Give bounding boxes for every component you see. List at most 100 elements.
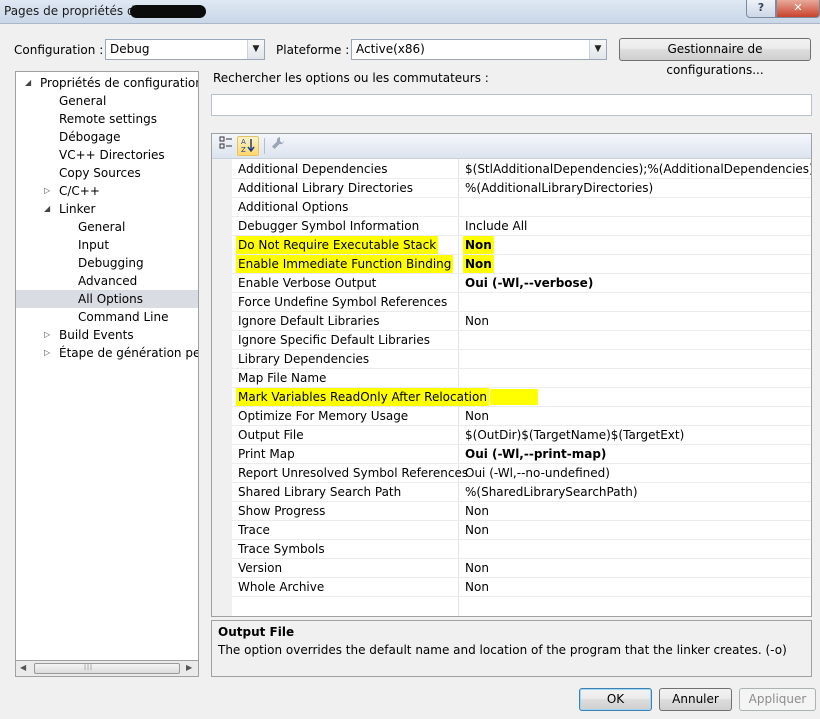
tree-item-remote-settings[interactable]: Remote settings bbox=[59, 110, 157, 128]
cancel-button[interactable]: Annuler bbox=[659, 688, 732, 711]
apply-button[interactable]: Appliquer bbox=[739, 688, 816, 711]
property-name: Library Dependencies bbox=[238, 352, 370, 366]
property-grid: A Z Additional Dependencies $(StlAdditio… bbox=[211, 133, 812, 617]
property-row[interactable]: Report Unresolved Symbol References Oui … bbox=[232, 464, 811, 483]
help-button[interactable]: ? bbox=[746, 0, 776, 18]
property-name: Show Progress bbox=[238, 504, 326, 518]
tree-item-general[interactable]: General bbox=[59, 92, 106, 110]
chevron-down-icon: ▼ bbox=[589, 40, 606, 59]
categorized-view-icon[interactable] bbox=[215, 136, 237, 156]
property-pages-window: Pages de propriétés de ? ✕ Configuration… bbox=[0, 0, 820, 719]
property-value[interactable]: Non bbox=[463, 407, 491, 425]
description-text: The option overrides the default name an… bbox=[218, 643, 787, 657]
svg-text:Z: Z bbox=[241, 146, 246, 153]
property-value[interactable]: Non bbox=[463, 521, 491, 539]
property-value[interactable]: %(SharedLibrarySearchPath) bbox=[463, 483, 640, 501]
alphabetical-sort-icon[interactable]: A Z bbox=[237, 136, 259, 156]
property-row[interactable]: Ignore Default Libraries Non bbox=[232, 312, 811, 331]
property-value[interactable]: Non bbox=[463, 502, 491, 520]
property-row[interactable]: Trace Non bbox=[232, 521, 811, 540]
svg-text:A: A bbox=[241, 138, 246, 146]
property-row-highlighted[interactable]: Do Not Require Executable Stack Non bbox=[232, 236, 811, 255]
property-row[interactable]: Additional Options bbox=[232, 198, 811, 217]
property-value[interactable]: Oui (-Wl,--verbose) bbox=[463, 274, 595, 292]
property-value[interactable] bbox=[463, 369, 467, 387]
property-row[interactable]: Print Map Oui (-Wl,--print-map) bbox=[232, 445, 811, 464]
property-value[interactable]: Non bbox=[463, 236, 494, 254]
tree-item-command-line[interactable]: Command Line bbox=[78, 308, 169, 326]
property-value[interactable] bbox=[463, 331, 467, 349]
property-row[interactable]: Show Progress Non bbox=[232, 502, 811, 521]
property-name: Additional Library Directories bbox=[238, 181, 414, 195]
collapsed-icon[interactable]: ▷ bbox=[44, 344, 50, 362]
ok-button[interactable]: OK bbox=[579, 688, 652, 711]
scroll-right-icon[interactable]: ▶ bbox=[186, 663, 192, 672]
property-value[interactable]: Non bbox=[463, 312, 491, 330]
collapsed-icon[interactable]: ▷ bbox=[44, 326, 50, 344]
property-name: Enable Verbose Output bbox=[238, 276, 377, 290]
scroll-left-icon[interactable]: ◀ bbox=[20, 663, 26, 672]
tree-item-debugging[interactable]: Débogage bbox=[59, 128, 121, 146]
property-name: Ignore Default Libraries bbox=[238, 314, 380, 328]
platform-dropdown[interactable]: Active(x86) ▼ bbox=[351, 39, 607, 60]
property-value[interactable] bbox=[463, 540, 467, 558]
tree-horizontal-scrollbar[interactable]: ◀ ||| ▶ bbox=[15, 660, 199, 677]
property-value[interactable] bbox=[463, 350, 467, 368]
property-value[interactable]: $(StlAdditionalDependencies);%(Additiona… bbox=[463, 160, 811, 178]
tree-item-all-options[interactable]: All Options bbox=[16, 290, 198, 308]
tree-item-linker-input[interactable]: Input bbox=[78, 236, 109, 254]
property-value[interactable] bbox=[463, 198, 467, 216]
tree-item-linker-general[interactable]: General bbox=[78, 218, 125, 236]
property-row[interactable]: Ignore Specific Default Libraries bbox=[232, 331, 811, 350]
property-row[interactable]: Shared Library Search Path %(SharedLibra… bbox=[232, 483, 811, 502]
tree-item-label: C/C++ bbox=[59, 184, 100, 198]
chevron-down-icon: ▼ bbox=[247, 40, 264, 59]
property-value[interactable]: %(AdditionalLibraryDirectories) bbox=[463, 179, 655, 197]
property-value[interactable]: Non bbox=[463, 578, 491, 596]
property-value[interactable]: Non bbox=[463, 559, 491, 577]
property-row[interactable]: Library Dependencies bbox=[232, 350, 811, 369]
property-value[interactable]: Oui (-Wl,--no-undefined) bbox=[463, 464, 612, 482]
search-label: Rechercher les options ou les commutateu… bbox=[213, 71, 489, 85]
property-row[interactable]: Additional Library Directories %(Additio… bbox=[232, 179, 811, 198]
tree-item-vc-directories[interactable]: VC++ Directories bbox=[59, 146, 165, 164]
property-name: Ignore Specific Default Libraries bbox=[238, 333, 430, 347]
tree-item-copy-sources[interactable]: Copy Sources bbox=[59, 164, 141, 182]
property-row[interactable]: Additional Dependencies $(StlAdditionalD… bbox=[232, 160, 811, 179]
property-row-highlighted[interactable]: Mark Variables ReadOnly After Relocation bbox=[232, 388, 811, 407]
configuration-dropdown[interactable]: Debug ▼ bbox=[105, 39, 265, 60]
highlighted-empty-value[interactable] bbox=[490, 389, 538, 405]
close-button[interactable]: ✕ bbox=[776, 0, 820, 18]
property-row[interactable]: Output File $(OutDir)$(TargetName)$(Targ… bbox=[232, 426, 811, 445]
expanded-icon[interactable]: ◢ bbox=[44, 200, 50, 218]
wrench-icon[interactable] bbox=[267, 136, 289, 156]
property-value[interactable] bbox=[463, 293, 467, 311]
property-name: Optimize For Memory Usage bbox=[238, 409, 409, 423]
tree-item-linker-advanced[interactable]: Advanced bbox=[78, 272, 137, 290]
property-value[interactable] bbox=[463, 388, 467, 406]
property-name: Debugger Symbol Information bbox=[238, 219, 420, 233]
property-row[interactable]: Optimize For Memory Usage Non bbox=[232, 407, 811, 426]
window-title: Pages de propriétés de bbox=[4, 4, 142, 18]
scrollbar-thumb[interactable] bbox=[34, 663, 180, 674]
collapsed-icon[interactable]: ▷ bbox=[44, 182, 50, 200]
property-row[interactable]: Whole Archive Non bbox=[232, 578, 811, 597]
property-value[interactable]: Oui (-Wl,--print-map) bbox=[463, 445, 608, 463]
property-row[interactable]: Enable Verbose Output Oui (-Wl,--verbose… bbox=[232, 274, 811, 293]
property-value[interactable]: Include All bbox=[463, 217, 529, 235]
tree-item-linker-debugging[interactable]: Debugging bbox=[78, 254, 144, 272]
property-row[interactable]: Map File Name bbox=[232, 369, 811, 388]
property-value[interactable]: Non bbox=[463, 255, 494, 273]
property-row-highlighted[interactable]: Enable Immediate Function Binding Non bbox=[232, 255, 811, 274]
property-row[interactable]: Debugger Symbol Information Include All bbox=[232, 217, 811, 236]
configuration-label: Configuration : bbox=[14, 43, 104, 57]
property-value[interactable]: $(OutDir)$(TargetName)$(TargetExt) bbox=[463, 426, 686, 444]
property-row[interactable]: Trace Symbols bbox=[232, 540, 811, 559]
property-row[interactable]: Version Non bbox=[232, 559, 811, 578]
property-name: Map File Name bbox=[238, 371, 327, 385]
expanded-icon[interactable]: ◢ bbox=[25, 74, 31, 92]
configuration-manager-button[interactable]: Gestionnaire de configurations... bbox=[619, 38, 811, 77]
title-bar: Pages de propriétés de ? ✕ bbox=[0, 0, 820, 24]
property-row[interactable]: Force Undefine Symbol References bbox=[232, 293, 811, 312]
search-input[interactable] bbox=[211, 94, 812, 116]
